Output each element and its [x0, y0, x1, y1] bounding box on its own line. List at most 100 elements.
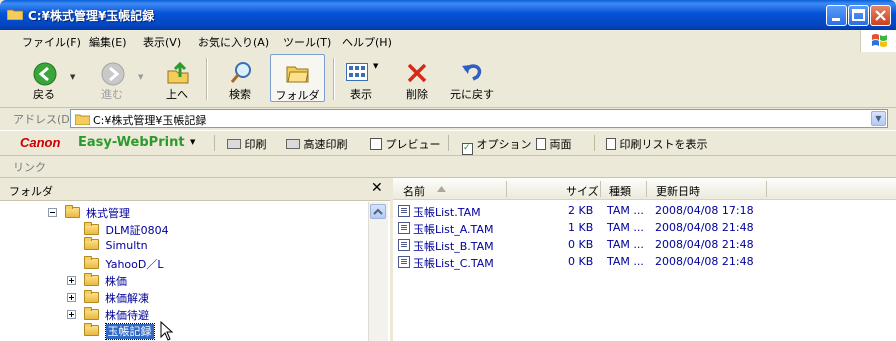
canon-logo: Canon — [20, 135, 61, 150]
fast-print-label: 高速印刷 — [303, 138, 348, 151]
file-modified: 2008/04/08 21:48 — [655, 238, 754, 251]
address-label: アドレス(D) — [13, 113, 75, 126]
file-name: 玉帳List.TAM — [413, 206, 481, 219]
back-dropdown-icon[interactable]: ▼ — [70, 73, 75, 81]
links-bar: リンク — [0, 155, 896, 178]
tree-item-kabushiki-kanri[interactable]: 株式管理 — [48, 205, 130, 221]
back-arrow-icon — [33, 62, 57, 86]
file-type: TAM ... — [607, 221, 644, 234]
tree-item-label: YahooD／L — [105, 258, 164, 271]
chevron-up-icon — [373, 208, 383, 215]
close-icon[interactable]: ✕ — [371, 180, 383, 196]
tree-item-simultn[interactable]: Simultn — [84, 237, 148, 252]
undo-label: 元に戻す — [450, 88, 494, 101]
column-header-name[interactable]: 名前 — [403, 183, 425, 199]
delete-x-icon — [407, 63, 427, 83]
column-header-modified[interactable]: 更新日時 — [656, 183, 700, 199]
expand-icon[interactable] — [67, 310, 76, 319]
file-icon — [398, 256, 410, 268]
file-name: 玉帳List_C.TAM — [413, 257, 494, 270]
tree-item-label: 株価待避 — [105, 309, 149, 322]
minimize-button[interactable] — [826, 5, 847, 26]
forward-label: 進む — [101, 88, 123, 101]
tree-item-yahoo-dl[interactable]: YahooD／L — [84, 256, 163, 272]
file-modified: 2008/04/08 17:18 — [655, 204, 754, 217]
file-icon — [398, 222, 410, 234]
search-button[interactable]: 検索 — [220, 54, 260, 102]
toolbar-separator — [206, 58, 208, 100]
folders-button[interactable]: フォルダ — [270, 54, 325, 102]
address-dropdown-icon[interactable]: ▼ — [871, 111, 886, 126]
file-type: TAM ... — [607, 204, 644, 217]
column-header-size[interactable]: サイズ — [566, 183, 599, 199]
options-label: オプション — [476, 138, 532, 151]
file-row[interactable]: 玉帳List.TAM 2 KB TAM ... 2008/04/08 17:18 — [393, 203, 783, 219]
up-button[interactable]: 上へ — [158, 54, 196, 102]
file-size: 2 KB — [568, 204, 594, 217]
file-size: 1 KB — [568, 221, 594, 234]
file-list-pane: 名前 サイズ 種類 更新日時 玉帳List.TAM 2 KB TAM ... 2… — [393, 178, 896, 341]
expand-icon[interactable] — [67, 293, 76, 302]
delete-button[interactable]: 削除 — [397, 54, 437, 102]
menu-help[interactable]: ヘルプ(H) — [342, 34, 392, 50]
menu-tools[interactable]: ツール(T) — [283, 34, 331, 50]
file-row[interactable]: 玉帳List_B.TAM 0 KB TAM ... 2008/04/08 21:… — [393, 237, 783, 253]
fast-printer-icon — [286, 139, 300, 149]
sort-ascending-icon — [437, 186, 446, 192]
file-name: 玉帳List_A.TAM — [413, 223, 494, 236]
forward-dropdown-icon[interactable]: ▼ — [138, 73, 143, 81]
tree-item-kabuka-taihi[interactable]: 株価待避 — [67, 307, 149, 323]
maximize-icon — [852, 9, 865, 21]
menu-file[interactable]: ファイル(F) — [22, 34, 81, 50]
back-button[interactable]: 戻る — [22, 54, 66, 102]
fast-print-button[interactable]: 高速印刷 — [286, 136, 348, 152]
easy-webprint-menu[interactable]: Easy-WebPrint — [78, 135, 185, 150]
forward-button[interactable]: 進む — [92, 54, 132, 102]
folder-pane-scrollbar[interactable] — [368, 202, 388, 341]
separator — [594, 135, 595, 151]
options-check-icon: ✓ — [462, 143, 473, 155]
tree-item-label: 株価 — [105, 275, 127, 288]
file-row[interactable]: 玉帳List_C.TAM 0 KB TAM ... 2008/04/08 21:… — [393, 254, 783, 270]
collapse-icon[interactable] — [48, 208, 57, 217]
tree-item-kabuka[interactable]: 株価 — [67, 273, 127, 289]
file-name: 玉帳List_B.TAM — [413, 240, 494, 253]
options-button[interactable]: ✓ オプション — [462, 136, 532, 155]
title-bar[interactable]: C:¥株式管理¥玉帳記録 — [0, 0, 896, 30]
tree-item-label: 株式管理 — [86, 207, 130, 220]
views-button[interactable]: ▼ 表示 — [340, 54, 382, 102]
toolbar-separator — [333, 58, 335, 100]
print-label: 印刷 — [244, 138, 267, 151]
menu-view[interactable]: 表示(V) — [143, 34, 181, 50]
tree-item-label: 株価解凍 — [105, 292, 149, 305]
both-sides-button[interactable]: 両面 — [536, 136, 572, 152]
folder-icon — [83, 307, 99, 320]
tree-item-dlm[interactable]: DLM証0804 — [84, 222, 169, 238]
mouse-cursor-icon — [160, 321, 174, 341]
views-label: 表示 — [350, 88, 372, 101]
menu-edit[interactable]: 編集(E) — [89, 34, 127, 50]
print-button[interactable]: 印刷 — [227, 136, 267, 152]
maximize-button[interactable] — [848, 5, 869, 26]
file-type: TAM ... — [607, 238, 644, 251]
easy-webprint-dropdown-icon[interactable]: ▼ — [190, 138, 195, 146]
preview-button[interactable]: プレビュー — [370, 136, 441, 152]
scroll-up-button[interactable] — [370, 204, 386, 219]
windows-flag-icon — [872, 34, 887, 47]
separator — [448, 135, 449, 151]
print-list-icon — [606, 138, 616, 150]
links-label[interactable]: リンク — [13, 159, 46, 175]
tree-item-gyokucho-kiroku[interactable]: 玉帳記録 — [84, 323, 155, 340]
file-icon — [398, 239, 410, 251]
tree-item-kabuka-kaitou[interactable]: 株価解凍 — [67, 290, 149, 306]
address-input[interactable]: C:¥株式管理¥玉帳記録 ▼ — [70, 109, 888, 128]
expand-icon[interactable] — [67, 276, 76, 285]
column-header-type[interactable]: 種類 — [609, 183, 631, 199]
print-list-button[interactable]: 印刷リストを表示 — [606, 136, 708, 152]
close-button[interactable] — [870, 5, 891, 26]
file-row[interactable]: 玉帳List_A.TAM 1 KB TAM ... 2008/04/08 21:… — [393, 220, 783, 236]
undo-button[interactable]: 元に戻す — [446, 54, 498, 102]
menu-favorites[interactable]: お気に入り(A) — [198, 34, 269, 50]
forward-arrow-icon — [101, 62, 125, 86]
windows-logo — [860, 30, 896, 52]
